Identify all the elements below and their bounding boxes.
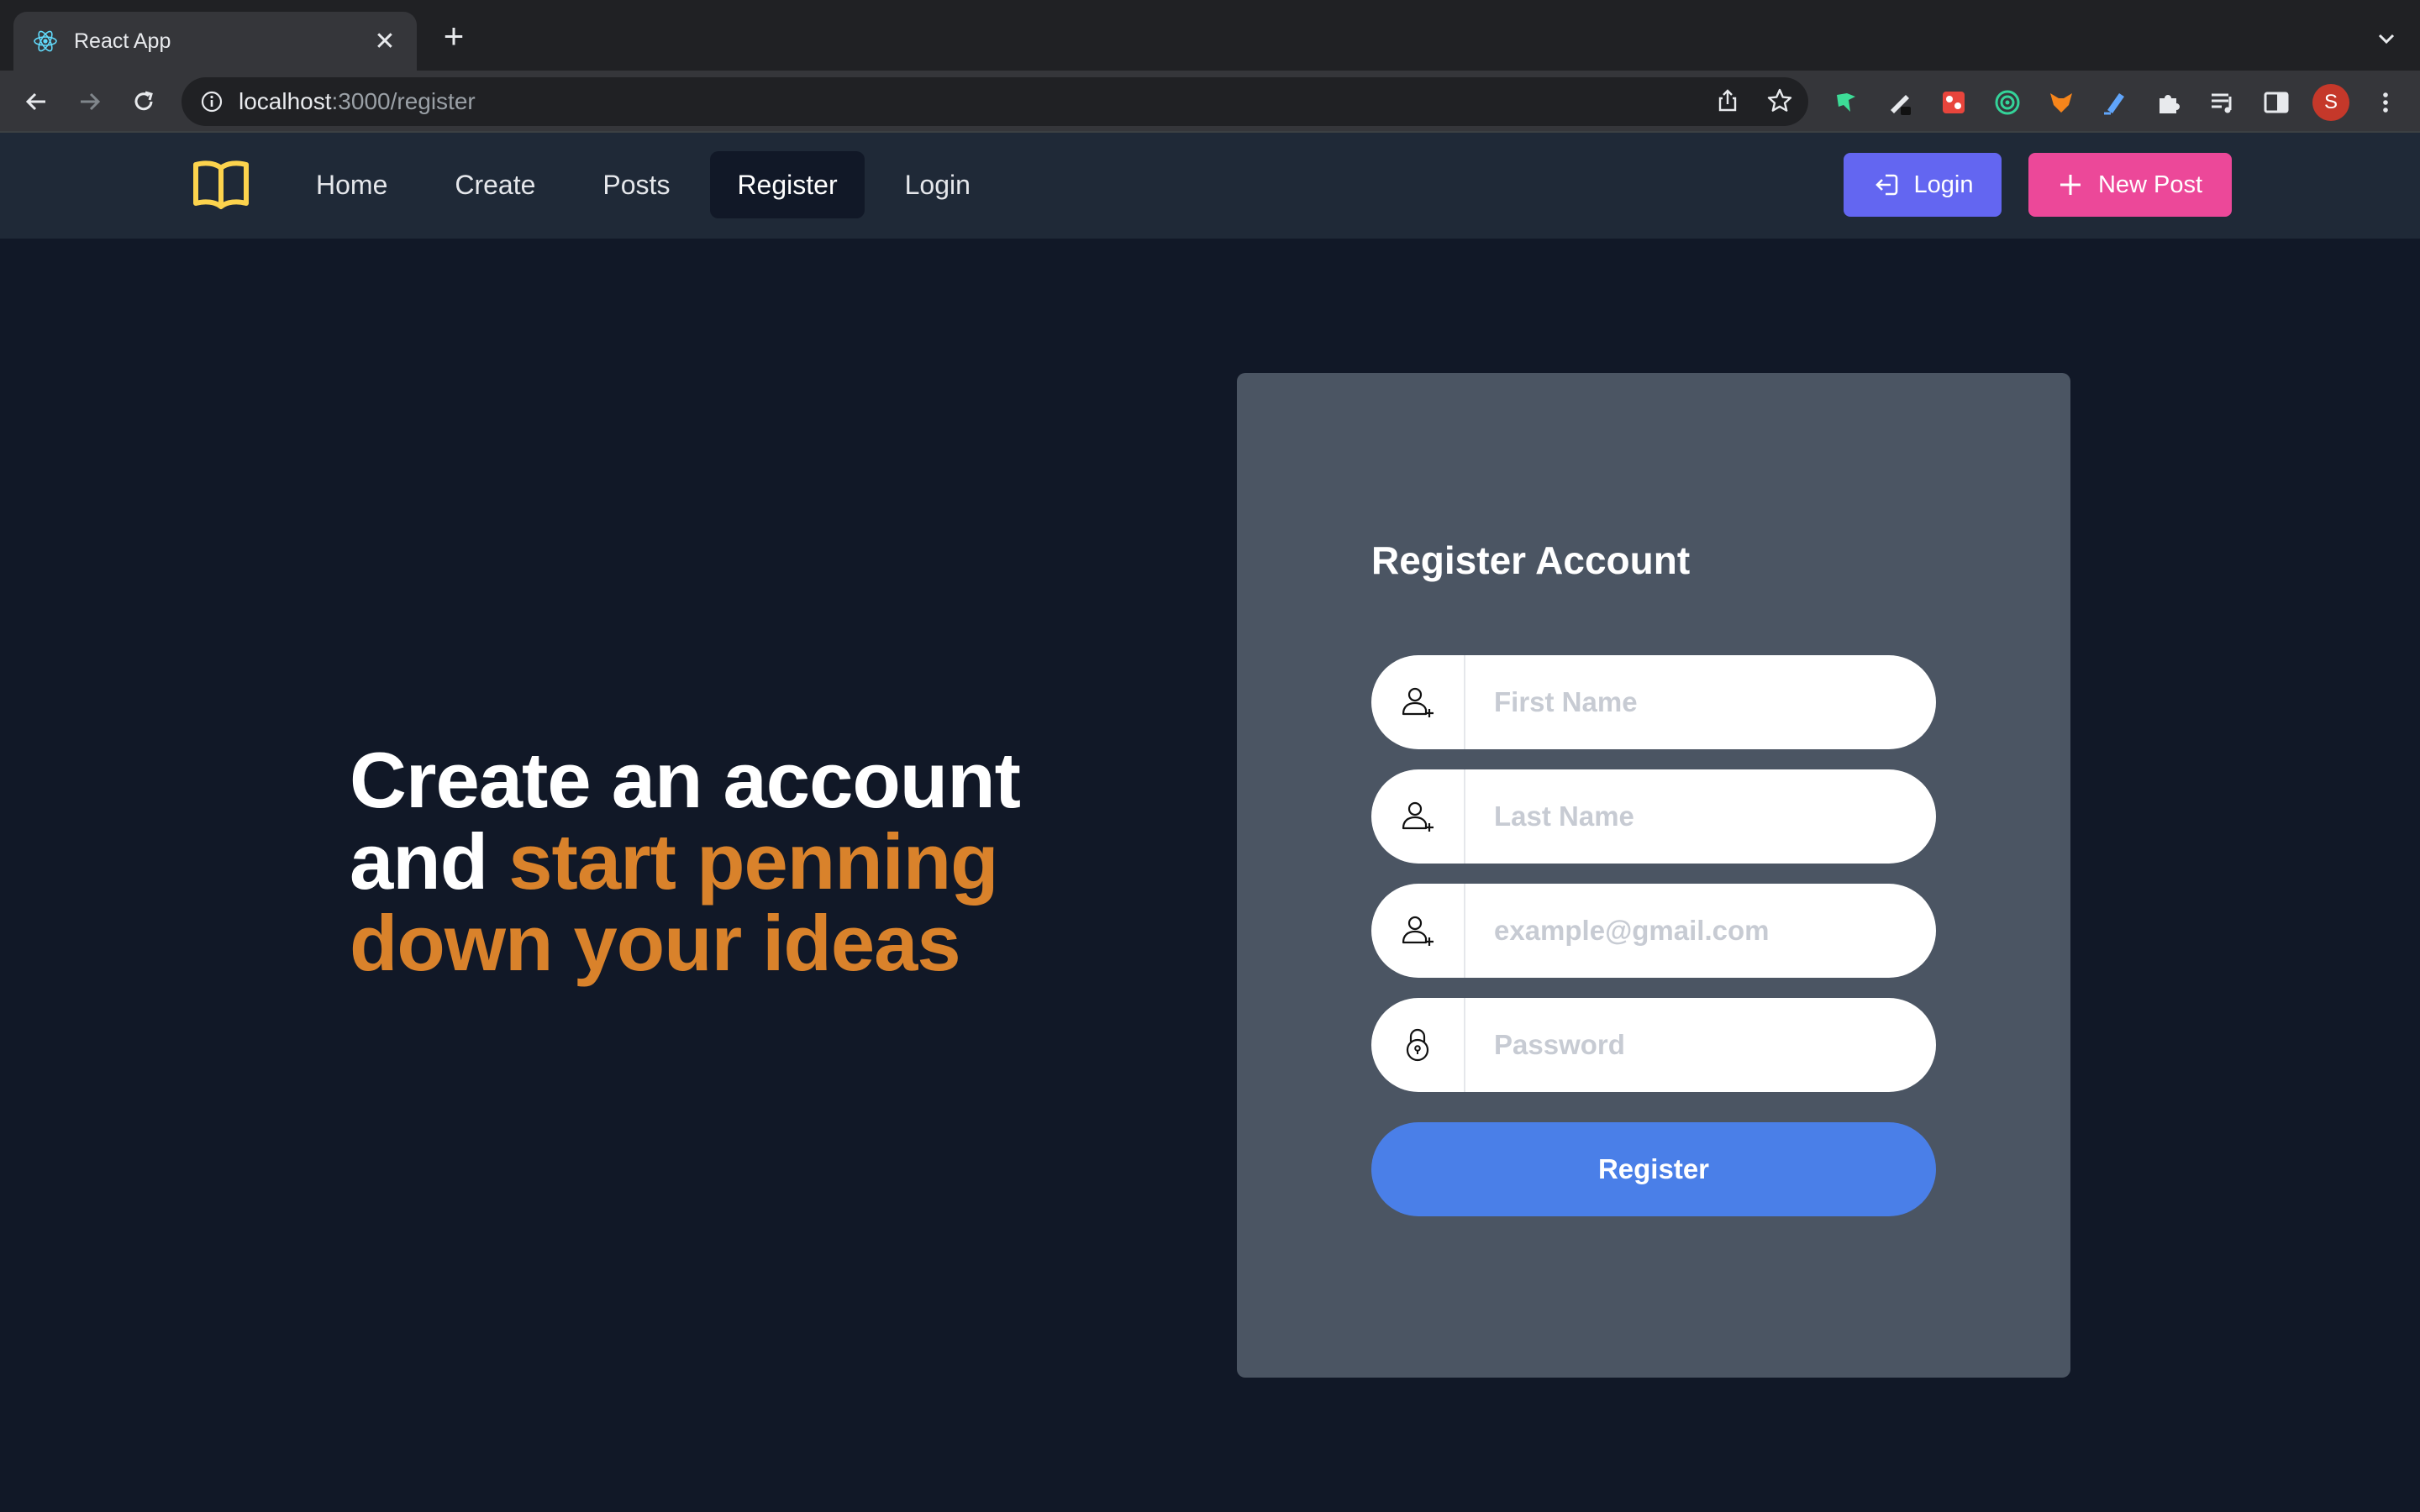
lock-icon bbox=[1371, 998, 1465, 1092]
first-name-field[interactable] bbox=[1371, 655, 1936, 749]
tab-title: React App bbox=[74, 29, 171, 53]
plus-icon bbox=[2060, 175, 2081, 195]
nav-link-register[interactable]: Register bbox=[710, 151, 865, 218]
last-name-input[interactable] bbox=[1465, 801, 1919, 832]
hero-line-2-plain: and bbox=[350, 817, 509, 906]
forward-icon[interactable] bbox=[72, 84, 108, 119]
url-host: localhost bbox=[239, 88, 332, 114]
react-logo-icon bbox=[34, 30, 57, 52]
url-text: localhost:3000/register bbox=[239, 88, 476, 115]
register-title: Register Account bbox=[1371, 538, 1691, 582]
add-user-icon bbox=[1371, 884, 1465, 978]
extension-pen-icon[interactable] bbox=[1882, 85, 1918, 120]
extension-bird-icon[interactable] bbox=[1828, 85, 1864, 120]
browser-tab-bar: React App ✕ + bbox=[0, 0, 2420, 71]
url-path: :3000/register bbox=[331, 88, 476, 114]
new-post-button-label: New Post bbox=[2097, 171, 2203, 198]
extensions-puzzle-icon[interactable] bbox=[2151, 85, 2186, 120]
browser-tab[interactable]: React App ✕ bbox=[13, 12, 417, 71]
book-logo-icon[interactable] bbox=[192, 158, 250, 210]
login-button[interactable]: Login bbox=[1844, 153, 2002, 217]
reload-icon[interactable] bbox=[126, 84, 161, 119]
share-icon[interactable] bbox=[1714, 87, 1741, 114]
hero-line-1: Create an account bbox=[350, 736, 1021, 824]
nav-link-login[interactable]: Login bbox=[878, 151, 997, 218]
extension-fox-icon[interactable] bbox=[2044, 85, 2079, 120]
register-card: Register Account Register bbox=[1237, 373, 2070, 1378]
side-panel-icon[interactable] bbox=[2259, 85, 2294, 120]
site-info-icon[interactable] bbox=[200, 90, 224, 113]
nav-link-create[interactable]: Create bbox=[428, 151, 562, 218]
hero-heading: Create an account and start penning down… bbox=[350, 739, 1106, 984]
extension-highlighter-icon[interactable] bbox=[2097, 85, 2133, 120]
last-name-field[interactable] bbox=[1371, 769, 1936, 864]
reading-list-icon[interactable] bbox=[2205, 85, 2240, 120]
hero-line-2-accent: start penning bbox=[508, 817, 998, 906]
hero-line-3: down your ideas bbox=[350, 899, 961, 987]
extension-target-icon[interactable] bbox=[1990, 85, 2025, 120]
address-bar[interactable]: localhost:3000/register bbox=[182, 77, 1808, 126]
app-navbar: Home Create Posts Register Login Login N… bbox=[0, 133, 2420, 239]
password-input[interactable] bbox=[1465, 1029, 1919, 1061]
browser-menu-icon[interactable] bbox=[2368, 85, 2403, 120]
nav-link-home[interactable]: Home bbox=[289, 151, 414, 218]
email-field[interactable] bbox=[1371, 884, 1936, 978]
register-submit-button[interactable]: Register bbox=[1371, 1122, 1936, 1216]
bookmark-star-icon[interactable] bbox=[1766, 87, 1793, 114]
new-tab-icon[interactable]: + bbox=[437, 18, 471, 54]
extension-grid-icon[interactable] bbox=[1936, 85, 1971, 120]
close-tab-icon[interactable]: ✕ bbox=[371, 27, 398, 56]
browser-toolbar: localhost:3000/register S bbox=[0, 71, 2420, 133]
login-button-label: Login bbox=[1913, 171, 1974, 198]
nav-link-posts[interactable]: Posts bbox=[576, 151, 697, 218]
hero-line-2: and start penning bbox=[350, 821, 1106, 902]
password-field[interactable] bbox=[1371, 998, 1936, 1092]
add-user-icon bbox=[1371, 769, 1465, 864]
new-post-button[interactable]: New Post bbox=[2028, 153, 2232, 217]
first-name-input[interactable] bbox=[1465, 686, 1919, 718]
extensions-row: S bbox=[1828, 84, 2403, 121]
add-user-icon bbox=[1371, 655, 1465, 749]
profile-avatar[interactable]: S bbox=[2312, 84, 2349, 121]
back-icon[interactable] bbox=[18, 84, 54, 119]
nav-links: Home Create Posts Register Login bbox=[289, 151, 1011, 218]
tab-search-chevron-icon[interactable] bbox=[2373, 25, 2400, 52]
email-input[interactable] bbox=[1465, 915, 1919, 947]
login-icon bbox=[1875, 174, 1897, 196]
